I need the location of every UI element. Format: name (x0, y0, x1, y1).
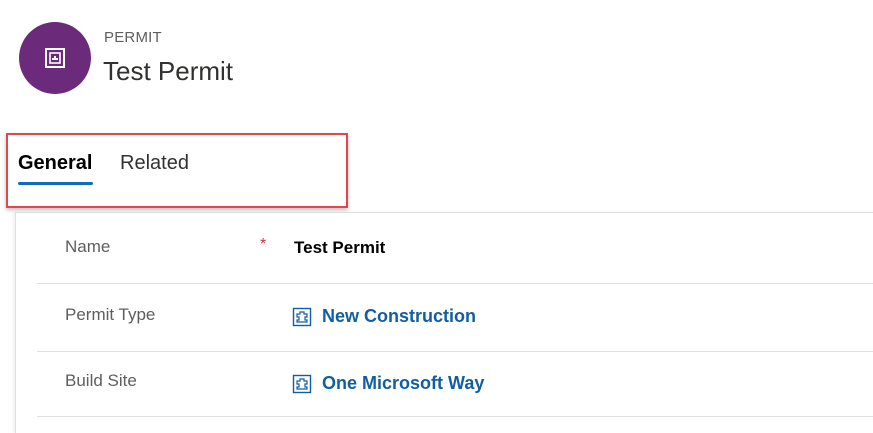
entity-type-label: PERMIT (104, 29, 162, 46)
entity-icon-circle (19, 22, 91, 94)
build-site-lookup-link[interactable]: One Microsoft Way (292, 373, 484, 394)
name-field-value[interactable]: Test Permit (294, 238, 385, 258)
lookup-record-icon (292, 374, 312, 393)
permit-type-lookup-link[interactable]: New Construction (292, 306, 476, 327)
permit-type-value[interactable]: New Construction (322, 306, 476, 327)
selected-tab-indicator (18, 182, 93, 185)
name-field-label: Name (65, 237, 111, 256)
row-divider (37, 416, 873, 417)
lookup-record-icon (292, 307, 312, 326)
permit-entity-icon (45, 48, 65, 68)
row-divider (37, 283, 873, 284)
build-site-value[interactable]: One Microsoft Way (322, 373, 484, 394)
build-site-field-label: Build Site (65, 371, 137, 390)
row-divider (37, 351, 873, 352)
record-title: Test Permit (103, 56, 234, 86)
tab-related[interactable]: Related (120, 152, 189, 175)
tab-general[interactable]: General (18, 152, 92, 175)
required-indicator: * (260, 236, 267, 253)
permit-type-field-label: Permit Type (65, 305, 156, 324)
